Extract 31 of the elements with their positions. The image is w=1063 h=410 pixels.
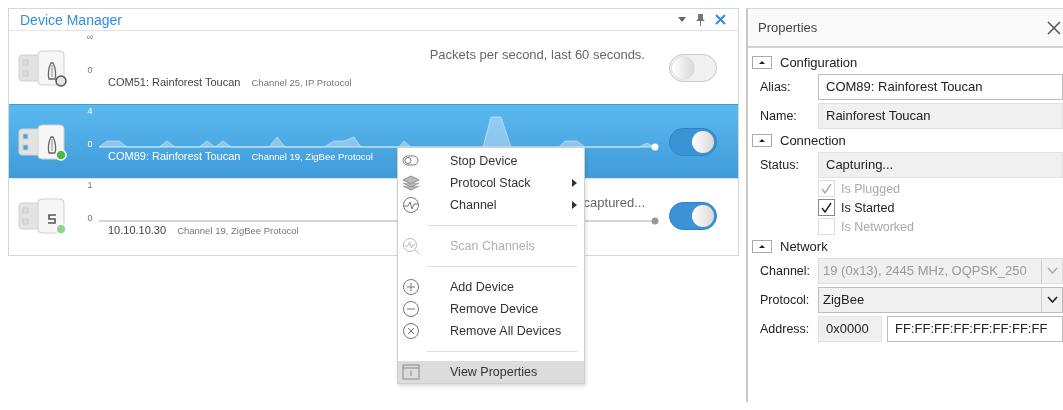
field-label: Status: [759,157,800,172]
readonly-field: Rainforest Toucan [818,102,1063,129]
axis-label: 0 [87,65,93,75]
panel-title: Properties [758,20,819,35]
section-title: Network [780,238,828,254]
readonly-field: Capturing... [818,151,1063,178]
checkbox-label: Is Plugged [841,181,901,196]
field-label: Channel: [759,263,812,278]
field-label: Protocol: [759,292,811,307]
checkbox-label: Is Networked [841,219,914,234]
axis-label: 1 [87,180,93,190]
axis-label: ∞ [86,32,94,42]
chart-caption: Packets per second, last 60 seconds. [429,46,645,62]
field-label: Address: [759,321,811,336]
field-label: Name: [759,108,798,123]
section-title: Connection [780,132,846,148]
axis-label: 0 [87,139,93,149]
device-detail: Channel 19, ZigBee Protocol [177,225,299,236]
device-detail: Channel 19, ZigBee Protocol [251,151,373,162]
axis-label: 4 [87,106,93,116]
device-name: COM89: Rainforest Toucan [108,150,241,162]
chart-caption: captured... [583,194,645,210]
checkbox-label: Is Started [841,200,895,215]
device-detail: Channel 25, IP Protocol [251,77,352,88]
section-title: Configuration [780,54,858,70]
axis-label: 0 [87,213,93,223]
device-name: COM51: Rainforest Toucan [108,76,241,88]
readonly-field: 0x0000 [818,315,882,342]
device-name: 10.10.10.30 [108,224,167,236]
field-label: Alias: [759,79,792,94]
panel-title: Device Manager [20,11,123,28]
